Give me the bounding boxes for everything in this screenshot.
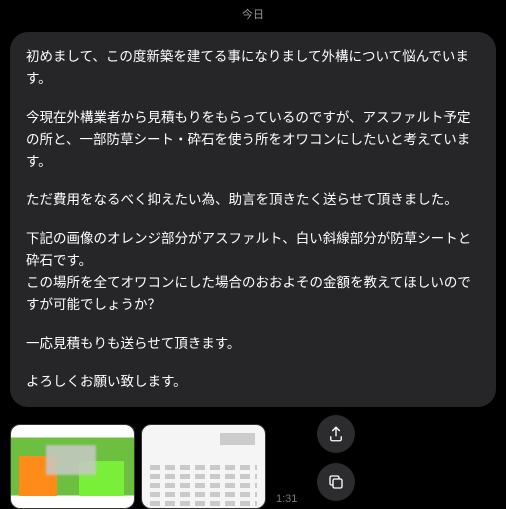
message-paragraph: よろしくお願い致します。: [26, 371, 480, 393]
date-label: 今日: [242, 9, 264, 21]
copy-icon: [327, 473, 345, 491]
message-paragraph: 下記の画像のオレンジ部分がアスファルト、白い斜線部分が防草シートと砕石です。 こ…: [26, 228, 480, 317]
attachments-row: 1:31: [0, 415, 506, 509]
message-timestamp: 1:31: [276, 493, 297, 505]
message-paragraph: 今現在外構業者から見積もりをもらっているのですが、アスファルト予定の所と、一部防…: [26, 107, 480, 174]
message-paragraph: ただ費用をなるべく抑えたい為、助言を頂きたく送らせて頂きました。: [26, 189, 480, 211]
copy-button[interactable]: [317, 463, 355, 501]
attachment-thumbnail[interactable]: [141, 424, 266, 509]
share-button[interactable]: [317, 415, 355, 453]
message-paragraph: 一応見積もりも送らせて頂きます。: [26, 333, 480, 355]
message-bubble: 初めまして、この度新築を建てる事になりまして外構について悩んでいます。 今現在外…: [10, 32, 496, 407]
attachment-thumbnail[interactable]: [10, 424, 135, 509]
share-icon: [327, 425, 345, 443]
message-paragraph: 初めまして、この度新築を建てる事になりまして外構について悩んでいます。: [26, 46, 480, 91]
